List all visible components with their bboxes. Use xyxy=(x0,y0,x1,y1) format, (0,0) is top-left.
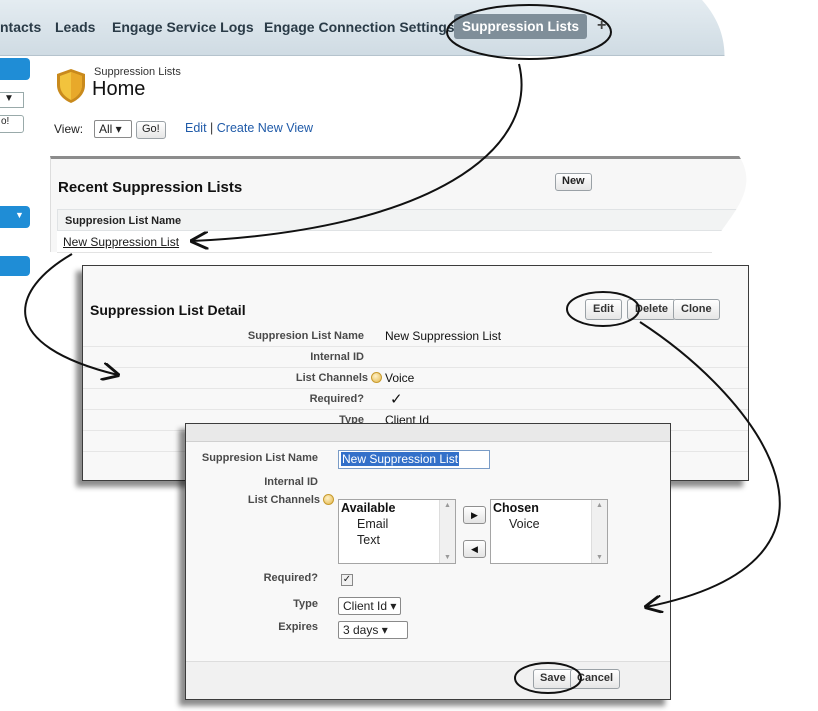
name-input-value: New Suppression List xyxy=(341,452,460,466)
clone-button[interactable]: Clone xyxy=(673,299,720,320)
name-input[interactable]: New Suppression List xyxy=(338,450,490,469)
detail-title: Suppression List Detail xyxy=(90,302,246,318)
tab-engage-service-logs[interactable]: Engage Service Logs xyxy=(112,19,254,35)
chosen-listbox[interactable]: Chosen Voice xyxy=(490,499,608,564)
field-label: List Channels xyxy=(296,372,382,384)
list-item[interactable]: Text xyxy=(357,533,380,547)
sidebar-section-header xyxy=(0,256,30,276)
remove-arrow-button[interactable]: ◀ xyxy=(463,540,486,558)
field-value: Voice xyxy=(385,371,415,385)
sidebar-dropdown-button[interactable]: ▼ xyxy=(0,206,30,228)
tab-bar: ntacts Leads Engage Service Logs Engage … xyxy=(0,0,818,56)
listbox-scrollbar[interactable] xyxy=(439,500,455,563)
link-separator: | xyxy=(206,121,217,135)
view-select[interactable]: All ▾ xyxy=(94,120,132,138)
available-heading: Available xyxy=(341,501,396,515)
new-button[interactable]: New xyxy=(555,173,592,191)
shield-icon xyxy=(54,68,88,104)
chevron-down-icon: ▼ xyxy=(4,93,14,104)
column-header: Suppresion List Name xyxy=(57,209,747,231)
edit-header-bar xyxy=(186,424,670,442)
tab-contacts[interactable]: ntacts xyxy=(0,19,41,35)
sidebar-select[interactable]: ▼ xyxy=(0,92,24,108)
required-label: Required? xyxy=(263,572,318,584)
internal-id-label: Internal ID xyxy=(264,476,318,488)
type-label: Type xyxy=(293,598,318,610)
listbox-scrollbar[interactable] xyxy=(591,500,607,563)
add-tab-button[interactable]: + xyxy=(597,17,606,35)
help-icon[interactable] xyxy=(371,372,382,383)
go-button[interactable]: Go! xyxy=(136,121,166,139)
required-checkbox[interactable]: ✓ xyxy=(341,574,353,586)
tab-leads[interactable]: Leads xyxy=(55,19,95,35)
screenshot-collage: ntacts Leads Engage Service Logs Engage … xyxy=(0,0,818,711)
sidebar-strip: ▼ o! ▼ xyxy=(0,56,32,284)
record-link[interactable]: New Suppression List xyxy=(63,235,179,249)
home-panel: ntacts Leads Engage Service Logs Engage … xyxy=(0,0,818,284)
field-label: Internal ID xyxy=(310,351,364,363)
expires-select[interactable]: 3 days ▾ xyxy=(338,621,408,639)
available-listbox[interactable]: Available Email Text xyxy=(338,499,456,564)
sidebar-go-button[interactable]: o! xyxy=(0,115,24,133)
checkmark-icon: ✓ xyxy=(390,391,403,408)
list-channels-label: List Channels xyxy=(248,494,334,506)
edit-view-link[interactable]: Edit xyxy=(185,121,207,135)
view-label: View: xyxy=(54,122,84,136)
field-label-text: List Channels xyxy=(295,372,368,384)
list-item[interactable]: Voice xyxy=(509,517,540,531)
detail-row-list-channels: List Channels Voice xyxy=(83,368,748,389)
table-row: New Suppression List xyxy=(57,231,747,253)
tab-engage-connection-settings[interactable]: Engage Connection Settings xyxy=(264,19,455,35)
detail-row-name: Suppresion List Name New Suppression Lis… xyxy=(83,326,748,347)
help-icon[interactable] xyxy=(323,494,334,505)
list-item[interactable]: Email xyxy=(357,517,388,531)
page-title: Home xyxy=(92,78,146,100)
name-label: Suppresion List Name xyxy=(201,452,318,464)
list-channels-label-text: List Channels xyxy=(247,494,320,506)
section-title: Recent Suppression Lists xyxy=(58,179,243,196)
field-value: New Suppression List xyxy=(385,329,502,343)
edit-button[interactable]: Edit xyxy=(585,299,622,320)
field-label: Required? xyxy=(309,393,364,405)
add-arrow-button[interactable]: ▶ xyxy=(463,506,486,524)
page-subtitle: Suppression Lists xyxy=(94,66,181,78)
delete-button[interactable]: Delete xyxy=(627,299,677,320)
detail-row-internal-id: Internal ID xyxy=(83,347,748,368)
chevron-down-icon: ▼ xyxy=(15,210,24,220)
edit-panel: Suppresion List Name New Suppression Lis… xyxy=(185,423,671,700)
recent-items-section: Recent Suppression Lists New Suppresion … xyxy=(50,156,750,252)
expires-label: Expires xyxy=(278,621,318,633)
recent-table: Suppresion List Name New Suppression Lis… xyxy=(57,209,747,253)
save-button[interactable]: Save xyxy=(533,669,573,689)
type-select[interactable]: Client Id ▾ xyxy=(338,597,402,615)
create-new-view-link[interactable]: Create New View xyxy=(217,121,313,135)
field-label: Suppresion List Name xyxy=(247,330,364,342)
sidebar-go-label: o! xyxy=(1,116,10,127)
view-links: Edit | Create New View xyxy=(185,121,313,135)
tab-suppression-lists[interactable]: Suppression Lists xyxy=(454,14,587,39)
chosen-heading: Chosen xyxy=(493,501,539,515)
detail-row-required: Required? ✓ xyxy=(83,389,748,410)
cancel-button[interactable]: Cancel xyxy=(570,669,621,689)
sidebar-header xyxy=(0,58,30,80)
